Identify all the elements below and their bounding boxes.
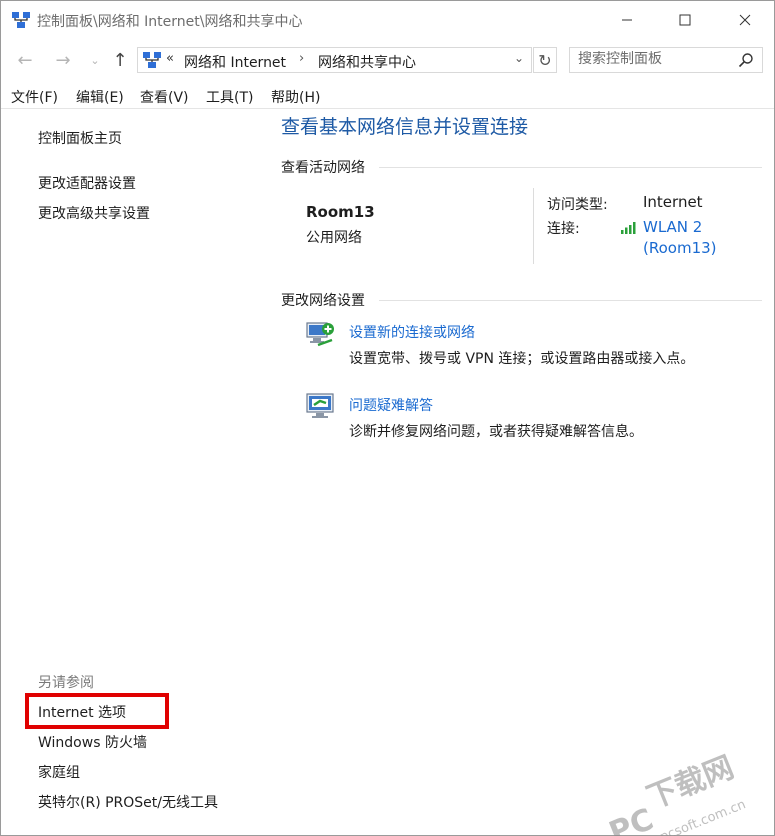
maximize-button[interactable] bbox=[662, 1, 708, 39]
see-also-homegroup[interactable]: 家庭组 bbox=[38, 762, 80, 782]
menu-view[interactable]: 查看(V) bbox=[140, 87, 189, 107]
setup-new-connection-link[interactable]: 设置新的连接或网络 bbox=[349, 322, 475, 342]
window-title: 控制面板\网络和 Internet\网络和共享中心 bbox=[37, 14, 303, 30]
forward-arrow-icon: → bbox=[55, 49, 71, 71]
minimize-button[interactable] bbox=[604, 1, 650, 39]
menu-file[interactable]: 文件(F) bbox=[11, 87, 58, 107]
address-dropdown-icon[interactable]: ⌄ bbox=[514, 51, 524, 65]
connection-ssid: (Room13) bbox=[643, 239, 717, 257]
access-type-label: 访问类型: bbox=[547, 197, 608, 213]
active-networks-heading: 查看活动网络 bbox=[281, 160, 365, 176]
search-input[interactable] bbox=[578, 51, 728, 67]
connection-name: WLAN 2 bbox=[643, 218, 703, 236]
forward-button[interactable]: → bbox=[51, 47, 75, 73]
up-arrow-icon: ↑ bbox=[112, 49, 128, 71]
network-control-panel-icon bbox=[12, 12, 30, 28]
troubleshoot-link[interactable]: 问题疑难解答 bbox=[349, 395, 433, 415]
see-also-label: 另请参阅 bbox=[38, 675, 94, 691]
connection-label: 连接: bbox=[547, 221, 580, 237]
refresh-icon: ↻ bbox=[538, 50, 552, 70]
breadcrumb-sharing-center[interactable]: 网络和共享中心 bbox=[318, 52, 416, 72]
see-also-windows-firewall[interactable]: Windows 防火墙 bbox=[38, 732, 147, 752]
back-button[interactable]: ← bbox=[13, 47, 37, 73]
breadcrumb-separator[interactable]: › bbox=[299, 51, 304, 66]
section-divider bbox=[379, 300, 762, 301]
chevron-down-icon: ⌄ bbox=[90, 53, 100, 67]
menu-help[interactable]: 帮助(H) bbox=[271, 87, 320, 107]
section-divider bbox=[379, 167, 762, 168]
close-button[interactable] bbox=[722, 1, 768, 39]
breadcrumb-network-internet[interactable]: 网络和 Internet bbox=[184, 52, 286, 72]
troubleshoot-icon bbox=[306, 393, 334, 418]
maximize-icon bbox=[679, 14, 691, 26]
up-button[interactable]: ↑ bbox=[108, 47, 132, 73]
menu-edit[interactable]: 编辑(E) bbox=[76, 87, 124, 107]
search-box[interactable] bbox=[569, 47, 763, 73]
new-connection-icon bbox=[306, 322, 334, 347]
menu-tools[interactable]: 工具(T) bbox=[206, 87, 253, 107]
wifi-signal-icon bbox=[621, 222, 636, 234]
refresh-button[interactable]: ↻ bbox=[533, 47, 557, 73]
main-pane: 查看基本网络信息并设置连接 查看活动网络 Room13 公用网络 访问类型: I… bbox=[271, 110, 774, 835]
search-icon bbox=[738, 53, 753, 68]
network-type-link[interactable]: 公用网络 bbox=[306, 227, 362, 247]
sidebar-item-adapter-settings[interactable]: 更改适配器设置 bbox=[38, 173, 136, 193]
sidebar-item-advanced-sharing[interactable]: 更改高级共享设置 bbox=[38, 203, 150, 223]
address-row: ← → ⌄ ↑ « 网络和 Internet › 网络和共享中心 ⌄ ↻ bbox=[1, 41, 774, 79]
vertical-divider bbox=[533, 188, 534, 264]
back-arrow-icon: ← bbox=[17, 49, 33, 71]
address-bar[interactable]: « 网络和 Internet › 网络和共享中心 ⌄ bbox=[137, 47, 532, 73]
see-also-intel-proset[interactable]: 英特尔(R) PROSet/无线工具 bbox=[38, 792, 218, 812]
see-also-internet-options[interactable]: Internet 选项 bbox=[38, 702, 126, 722]
network-sharing-center-window: 控制面板\网络和 Internet\网络和共享中心 ← → ⌄ ↑ « 网络和 … bbox=[0, 0, 775, 836]
menu-bar: 文件(F) 编辑(E) 查看(V) 工具(T) 帮助(H) bbox=[1, 85, 774, 109]
close-icon bbox=[739, 14, 751, 26]
troubleshoot-description: 诊断并修复网络问题，或者获得疑难解答信息。 bbox=[349, 424, 643, 440]
network-name: Room13 bbox=[306, 203, 375, 221]
sidebar-item-control-panel-home[interactable]: 控制面板主页 bbox=[38, 128, 122, 148]
page-title: 查看基本网络信息并设置连接 bbox=[281, 116, 529, 138]
minimize-icon bbox=[622, 19, 632, 21]
recent-locations-button[interactable]: ⌄ bbox=[83, 47, 107, 73]
change-settings-heading: 更改网络设置 bbox=[281, 293, 365, 309]
title-bar: 控制面板\网络和 Internet\网络和共享中心 bbox=[1, 1, 774, 39]
setup-new-connection-description: 设置宽带、拨号或 VPN 连接；或设置路由器或接入点。 bbox=[349, 351, 695, 367]
access-type-value: Internet bbox=[643, 193, 703, 211]
connection-link-wlan[interactable]: WLAN 2 (Room13) bbox=[643, 217, 717, 259]
network-location-icon bbox=[143, 52, 161, 68]
left-pane: 控制面板主页 更改适配器设置 更改高级共享设置 另请参阅 Internet 选项… bbox=[1, 110, 271, 835]
address-overflow-chevron[interactable]: « bbox=[166, 51, 174, 66]
